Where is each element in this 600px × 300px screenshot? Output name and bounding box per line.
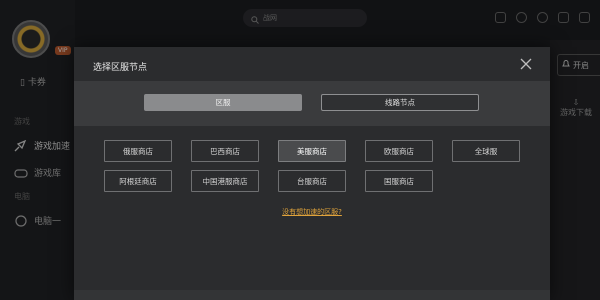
- store-option-brazil[interactable]: 巴西商店: [191, 140, 259, 162]
- store-option-us[interactable]: 美服商店: [278, 140, 346, 162]
- tab-bar: 区服 线路节点: [74, 81, 550, 126]
- close-button[interactable]: [520, 58, 532, 70]
- store-option-china[interactable]: 国服商店: [365, 170, 433, 192]
- tab-region[interactable]: 区服: [144, 94, 302, 111]
- close-icon: [520, 58, 532, 70]
- missing-region-link[interactable]: 没有想加速的区服?: [74, 207, 550, 217]
- store-option-global[interactable]: 全球服: [452, 140, 520, 162]
- region-select-dialog: 选择区服节点 区服 线路节点 俄服商店 巴西商店 美服商店 欧服商店 全球服 阿…: [74, 47, 550, 300]
- dialog-footer: [74, 290, 550, 300]
- store-option-argentina[interactable]: 阿根廷商店: [104, 170, 172, 192]
- dialog-title: 选择区服节点: [93, 63, 148, 73]
- store-option-russia[interactable]: 俄服商店: [104, 140, 172, 162]
- store-option-eu[interactable]: 欧服商店: [365, 140, 433, 162]
- tab-route-node[interactable]: 线路节点: [321, 94, 479, 111]
- store-option-hongkong[interactable]: 中国港服商店: [191, 170, 259, 192]
- store-option-taiwan[interactable]: 台服商店: [278, 170, 346, 192]
